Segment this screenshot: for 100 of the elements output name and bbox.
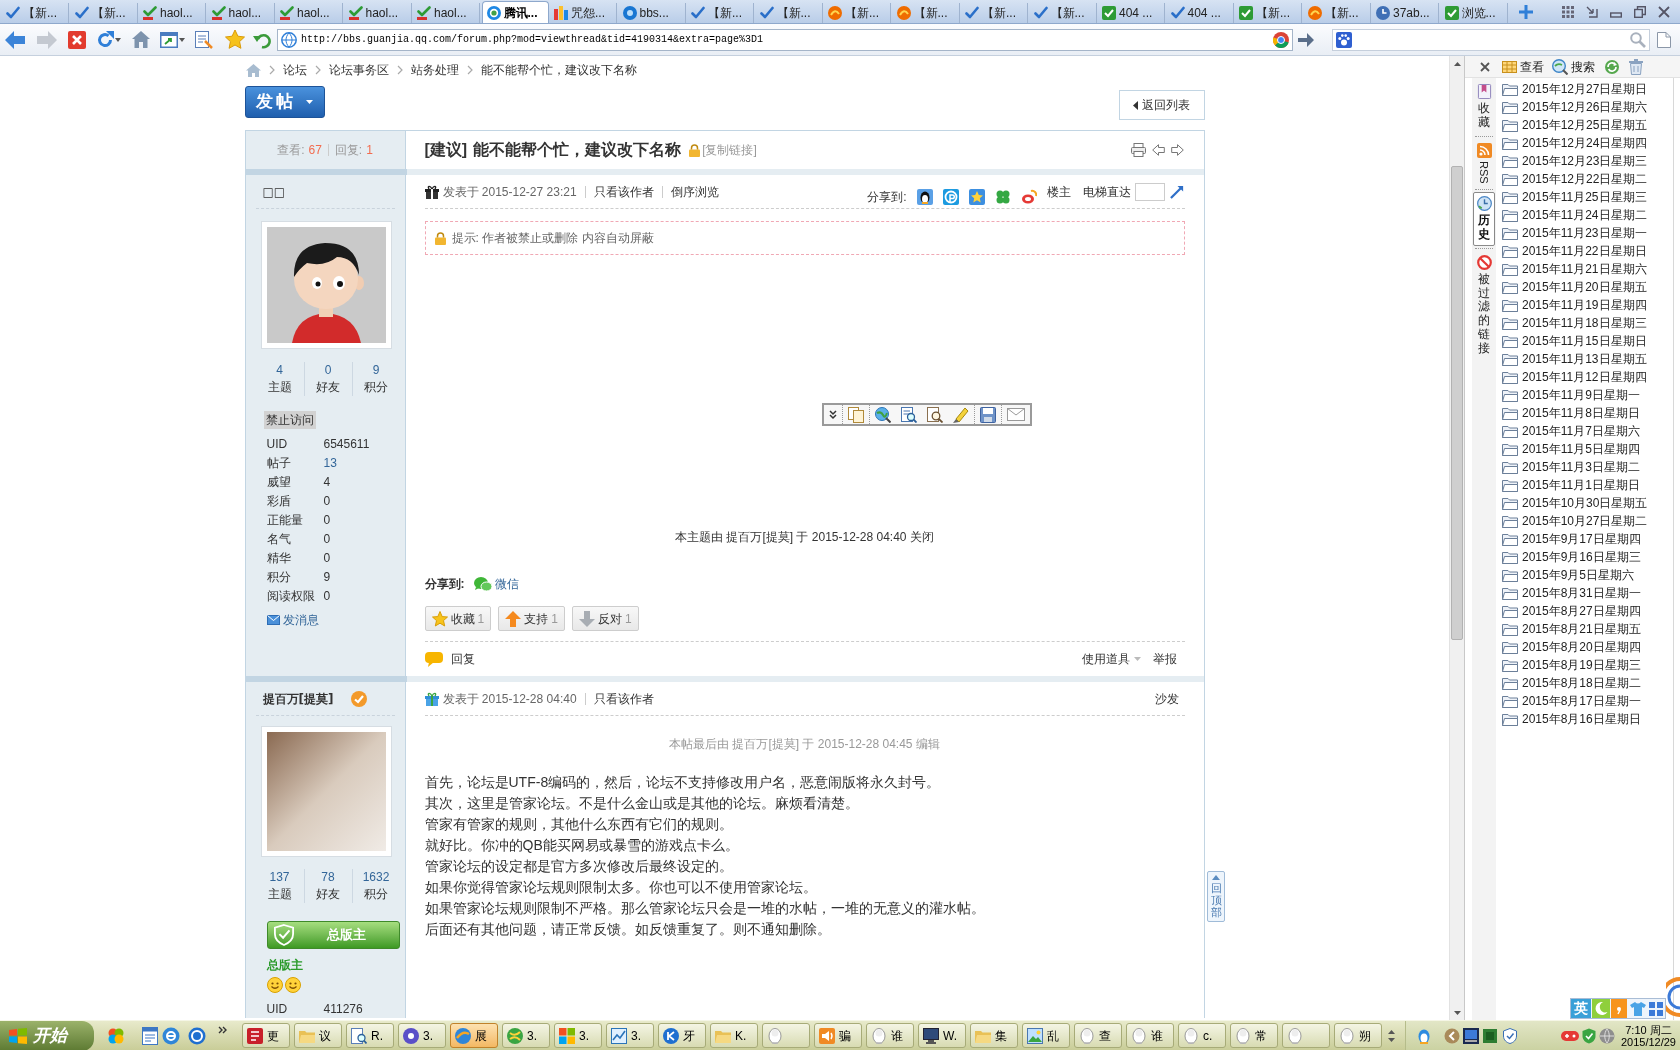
mail-icon[interactable] bbox=[1007, 408, 1025, 421]
action-button[interactable]: 收藏 1 bbox=[424, 606, 492, 631]
browser-tab[interactable]: haol... bbox=[344, 3, 412, 23]
taskbar-button[interactable]: 常 bbox=[1230, 1023, 1278, 1048]
resize-icon[interactable] bbox=[1586, 5, 1598, 18]
browser-tab[interactable]: 【新... bbox=[687, 3, 754, 23]
double-chevron-icon[interactable] bbox=[218, 1026, 228, 1034]
browser-tab[interactable]: haol... bbox=[139, 3, 206, 23]
history-item[interactable]: 2015年11月9日星期一 bbox=[1502, 386, 1673, 404]
taskbar-button[interactable] bbox=[762, 1023, 810, 1048]
shield-icon[interactable] bbox=[1581, 1027, 1596, 1044]
history-item[interactable]: 2015年11月24日星期二 bbox=[1502, 206, 1673, 224]
history-item[interactable]: 2015年8月20日星期四 bbox=[1502, 638, 1673, 656]
taskbar-button[interactable]: 朔 bbox=[1334, 1023, 1382, 1048]
history-item[interactable]: 2015年12月27日星期日 bbox=[1502, 80, 1673, 98]
back-to-list-button[interactable]: 返回列表 bbox=[1118, 90, 1205, 120]
taskbar-button[interactable]: 议 bbox=[294, 1023, 342, 1048]
taskbar-button[interactable]: 谁 bbox=[866, 1023, 914, 1048]
breadcrumb-link[interactable]: 论坛 bbox=[282, 61, 307, 79]
stop-icon[interactable] bbox=[68, 30, 86, 49]
browser-tab[interactable]: 【新... bbox=[755, 3, 823, 23]
notepad-icon[interactable] bbox=[195, 30, 213, 49]
escalator-icon[interactable] bbox=[1169, 184, 1185, 199]
share-link[interactable]: 微信 bbox=[473, 575, 519, 593]
star-icon[interactable] bbox=[968, 188, 985, 205]
taskbar-button[interactable]: 3. bbox=[398, 1023, 446, 1048]
caret-icon[interactable] bbox=[115, 37, 121, 42]
square-icon[interactable] bbox=[1482, 1028, 1497, 1043]
taskbar-button[interactable]: 更 bbox=[242, 1023, 290, 1048]
post-option-link[interactable]: 只看该作者 bbox=[593, 182, 654, 201]
double-caret-icon[interactable] bbox=[829, 409, 837, 420]
monitor-icon[interactable] bbox=[1462, 1027, 1479, 1044]
breadcrumb-link[interactable]: 站务处理 bbox=[410, 61, 459, 79]
scrollbar-thumb[interactable] bbox=[1451, 166, 1463, 640]
stat-value[interactable]: 1632 bbox=[362, 869, 390, 886]
breadcrumb-link[interactable]: 能不能帮个忙，建议改下名称 bbox=[480, 61, 637, 79]
trash-icon[interactable] bbox=[1629, 58, 1643, 75]
search-button[interactable]: 搜索 bbox=[1552, 57, 1595, 76]
grid-icon[interactable] bbox=[1562, 5, 1574, 18]
back-icon[interactable] bbox=[5, 30, 25, 49]
letter-p-icon[interactable] bbox=[942, 188, 959, 205]
history-item[interactable]: 2015年9月5日星期六 bbox=[1502, 566, 1673, 584]
history-item[interactable]: 2015年10月30日星期五 bbox=[1502, 494, 1673, 512]
post-option-link[interactable]: 只看该作者 bbox=[593, 689, 654, 708]
arrow-icon[interactable] bbox=[1298, 31, 1314, 48]
page-search-icon[interactable] bbox=[927, 406, 943, 423]
sidebar-tab[interactable]: 被过滤的链接 bbox=[1473, 250, 1495, 360]
save-icon[interactable] bbox=[980, 406, 996, 423]
restore-icon[interactable] bbox=[1634, 5, 1646, 18]
browser-tab[interactable]: bbs... bbox=[618, 3, 686, 23]
search-field[interactable] bbox=[1332, 28, 1650, 51]
caret-icon[interactable] bbox=[179, 37, 185, 42]
browser-tab[interactable]: 【新... bbox=[1303, 3, 1371, 23]
stat-value[interactable]: 78 bbox=[321, 869, 335, 886]
taskbar-button[interactable]: 3. bbox=[554, 1023, 602, 1048]
globe-icon[interactable] bbox=[1598, 1027, 1615, 1044]
back-to-top-button[interactable]: 回顶部 bbox=[1207, 871, 1225, 923]
star-icon[interactable] bbox=[225, 30, 245, 49]
history-item[interactable]: 2015年11月21日星期六 bbox=[1502, 260, 1673, 278]
history-item[interactable]: 2015年11月15日星期日 bbox=[1502, 332, 1673, 350]
history-item[interactable]: 2015年12月23日星期三 bbox=[1502, 152, 1673, 170]
flower-icon[interactable] bbox=[107, 1026, 125, 1045]
breadcrumb-link[interactable]: 论坛事务区 bbox=[328, 61, 389, 79]
history-item[interactable]: 2015年12月24日星期四 bbox=[1502, 134, 1673, 152]
browser-tab[interactable]: haol... bbox=[207, 3, 275, 23]
avatar-frame[interactable] bbox=[260, 221, 392, 349]
history-item[interactable]: 2015年11月22日星期日 bbox=[1502, 242, 1673, 260]
refresh-icon[interactable] bbox=[1604, 58, 1620, 75]
history-item[interactable]: 2015年11月5日星期四 bbox=[1502, 440, 1673, 458]
taskbar-button[interactable]: R. bbox=[346, 1023, 394, 1048]
report-link[interactable]: 举报 bbox=[1152, 650, 1177, 668]
history-item[interactable]: 2015年11月19日星期四 bbox=[1502, 296, 1673, 314]
highlighter-icon[interactable] bbox=[953, 406, 969, 423]
taskbar-button[interactable]: c. bbox=[1178, 1023, 1226, 1048]
plus-icon[interactable] bbox=[1519, 4, 1533, 19]
history-item[interactable]: 2015年8月19日星期三 bbox=[1502, 656, 1673, 674]
history-item[interactable]: 2015年12月22日星期二 bbox=[1502, 170, 1673, 188]
left-arrow-icon[interactable] bbox=[1151, 144, 1165, 156]
globe-icon[interactable] bbox=[162, 1026, 180, 1045]
taskbar-button[interactable]: K. bbox=[710, 1023, 758, 1048]
browser-tab[interactable]: 【新... bbox=[1029, 3, 1097, 23]
address-field[interactable]: http://bbs.guanjia.qq.com/forum.php?mod=viewthread&tid=4190314&extra=page%3D1 bbox=[277, 28, 1293, 51]
stat-value[interactable]: 9 bbox=[372, 362, 380, 379]
stat-value[interactable]: 0 bbox=[324, 362, 332, 379]
history-item[interactable]: 2015年9月16日星期三 bbox=[1502, 548, 1673, 566]
browser-tab[interactable]: 37ab... bbox=[1372, 3, 1439, 23]
taskbar-button[interactable] bbox=[1282, 1023, 1330, 1048]
penguin-icon[interactable] bbox=[916, 188, 933, 205]
taskbar-button[interactable]: 骗 bbox=[814, 1023, 862, 1048]
history-item[interactable]: 2015年8月16日星期日 bbox=[1502, 710, 1673, 728]
sidebar-tab[interactable]: 历史 bbox=[1473, 192, 1495, 246]
taskbar-button[interactable]: 牙 bbox=[658, 1023, 706, 1048]
field-value[interactable]: 13 bbox=[323, 453, 337, 472]
clover-icon[interactable] bbox=[994, 188, 1011, 205]
home-icon[interactable] bbox=[132, 31, 150, 48]
browser-tab[interactable]: 【新... bbox=[1235, 3, 1302, 23]
browser-tab[interactable]: 【新... bbox=[824, 3, 891, 23]
browser-tab[interactable]: 浏览... bbox=[1440, 3, 1508, 23]
swirl-icon[interactable] bbox=[1020, 188, 1037, 205]
history-item[interactable]: 2015年8月27日星期四 bbox=[1502, 602, 1673, 620]
